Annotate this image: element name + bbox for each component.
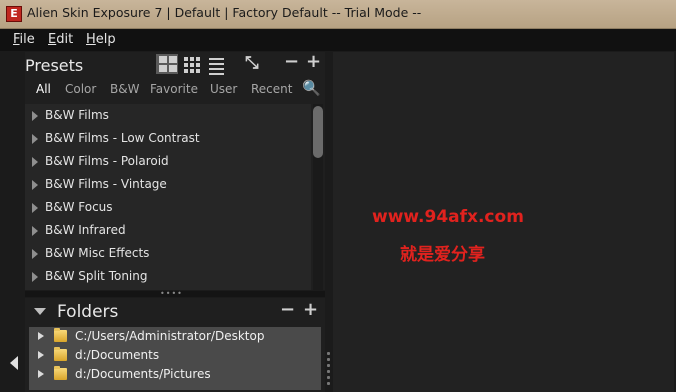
- preset-category[interactable]: B&W Infrared: [25, 219, 311, 242]
- expand-arrow-icon[interactable]: [32, 180, 38, 190]
- folder-path: d:/Documents/Pictures: [75, 367, 211, 381]
- folder-list: C:/Users/Administrator/Desktop d:/Docume…: [29, 327, 321, 390]
- title-bar: E Alien Skin Exposure 7 | Default | Fact…: [0, 0, 676, 29]
- menu-file-rest: ile: [19, 32, 35, 47]
- expand-arrow-icon[interactable]: [38, 351, 44, 359]
- scrollbar-thumb[interactable]: [313, 106, 323, 158]
- folders-title: Folders: [57, 302, 119, 322]
- remove-folder-button[interactable]: −: [280, 300, 295, 320]
- folder-path: C:/Users/Administrator/Desktop: [75, 329, 265, 343]
- preset-category-label: B&W Films - Low Contrast: [45, 131, 200, 145]
- menu-edit[interactable]: Edit: [48, 32, 73, 47]
- large-grid-icon: [159, 56, 177, 72]
- preset-tabs: All Color B&W Favorite User Recent 🔍: [25, 79, 325, 102]
- preset-category-label: B&W Films: [45, 108, 109, 122]
- search-icon[interactable]: 🔍: [302, 79, 321, 97]
- preset-category-label: B&W Focus: [45, 200, 113, 214]
- folders-panel: Folders − + C:/Users/Administrator/Deskt…: [25, 298, 325, 392]
- large-grid-view-button[interactable]: [156, 54, 178, 74]
- tab-bw[interactable]: B&W: [110, 82, 139, 96]
- list-icon: [209, 58, 224, 78]
- expand-arrow-icon[interactable]: [32, 134, 38, 144]
- panel-splitter[interactable]: ••••: [25, 290, 325, 298]
- expand-arrow-icon[interactable]: [32, 226, 38, 236]
- small-grid-view-button[interactable]: [181, 54, 203, 74]
- preset-category-label: B&W Misc Effects: [45, 246, 150, 260]
- preset-category-label: B&W Films - Polaroid: [45, 154, 169, 168]
- preset-category[interactable]: B&W Focus: [25, 196, 311, 219]
- preset-category-label: B&W Split Toning: [45, 269, 148, 283]
- preset-category-label: B&W Infrared: [45, 223, 126, 237]
- menu-file[interactable]: File: [13, 32, 35, 47]
- app-logo-icon[interactable]: E: [6, 6, 22, 22]
- preset-category[interactable]: B&W Misc Effects: [25, 242, 311, 265]
- folder-item[interactable]: d:/Documents/Pictures: [29, 365, 321, 384]
- small-grid-icon: [184, 57, 200, 73]
- tab-user[interactable]: User: [210, 82, 237, 96]
- watermark-url: www.94afx.com: [372, 207, 524, 227]
- expand-arrow-icon[interactable]: [32, 157, 38, 167]
- folders-header[interactable]: Folders − +: [25, 298, 325, 324]
- folder-path: d:/Documents: [75, 348, 160, 362]
- folder-icon: [54, 328, 67, 342]
- side-splitter-grip-icon[interactable]: [327, 352, 330, 388]
- expand-arrow-icon[interactable]: [32, 203, 38, 213]
- preset-category[interactable]: B&W Films - Vintage: [25, 173, 311, 196]
- watermark-tagline: 就是爱分享: [400, 245, 485, 265]
- add-preset-button[interactable]: +: [306, 52, 321, 72]
- expand-arrow-icon[interactable]: [38, 332, 44, 340]
- expand-arrow-icon[interactable]: [32, 272, 38, 282]
- window-title: Alien Skin Exposure 7 | Default | Factor…: [27, 5, 422, 20]
- tab-recent[interactable]: Recent: [251, 82, 292, 96]
- expand-arrow-icon[interactable]: [32, 111, 38, 121]
- preset-category[interactable]: B&W Films - Low Contrast: [25, 127, 311, 150]
- menu-bar: File Edit Help: [0, 29, 676, 51]
- menu-edit-mnemonic: E: [48, 32, 57, 47]
- splitter-grip-icon[interactable]: ••••: [160, 290, 183, 298]
- preset-category-label: B&W Films - Vintage: [45, 177, 167, 191]
- expand-arrow-icon[interactable]: [38, 370, 44, 378]
- expand-arrow-icon[interactable]: [32, 249, 38, 259]
- folder-item[interactable]: d:/Documents: [29, 346, 321, 365]
- collapse-arrow-icon[interactable]: [34, 308, 46, 315]
- collapse-icon[interactable]: ⤡: [245, 53, 259, 73]
- tab-favorite[interactable]: Favorite: [150, 82, 198, 96]
- folder-icon: [54, 366, 67, 380]
- add-folder-button[interactable]: +: [303, 300, 318, 320]
- preset-category[interactable]: B&W Films - Polaroid: [25, 150, 311, 173]
- folder-icon: [54, 347, 67, 361]
- tab-all[interactable]: All: [36, 82, 51, 96]
- presets-title: Presets: [25, 56, 84, 75]
- preset-category[interactable]: B&W Split Toning: [25, 265, 311, 288]
- preset-category[interactable]: B&W Films: [25, 104, 311, 127]
- preset-scrollbar[interactable]: [313, 104, 323, 290]
- remove-preset-button[interactable]: −: [284, 52, 299, 72]
- menu-help-rest: elp: [95, 32, 116, 47]
- preset-list: B&W Films B&W Films - Low Contrast B&W F…: [25, 104, 311, 290]
- list-view-button[interactable]: [206, 54, 228, 75]
- menu-help[interactable]: Help: [86, 32, 116, 47]
- tab-color[interactable]: Color: [65, 82, 96, 96]
- presets-panel: Presets ⤡ − + All Color B&W Favorite Use…: [25, 52, 325, 290]
- menu-edit-rest: dit: [56, 32, 74, 47]
- collapse-left-panel-icon[interactable]: [10, 356, 18, 370]
- menu-help-mnemonic: H: [86, 32, 96, 47]
- folder-item[interactable]: C:/Users/Administrator/Desktop: [29, 327, 321, 346]
